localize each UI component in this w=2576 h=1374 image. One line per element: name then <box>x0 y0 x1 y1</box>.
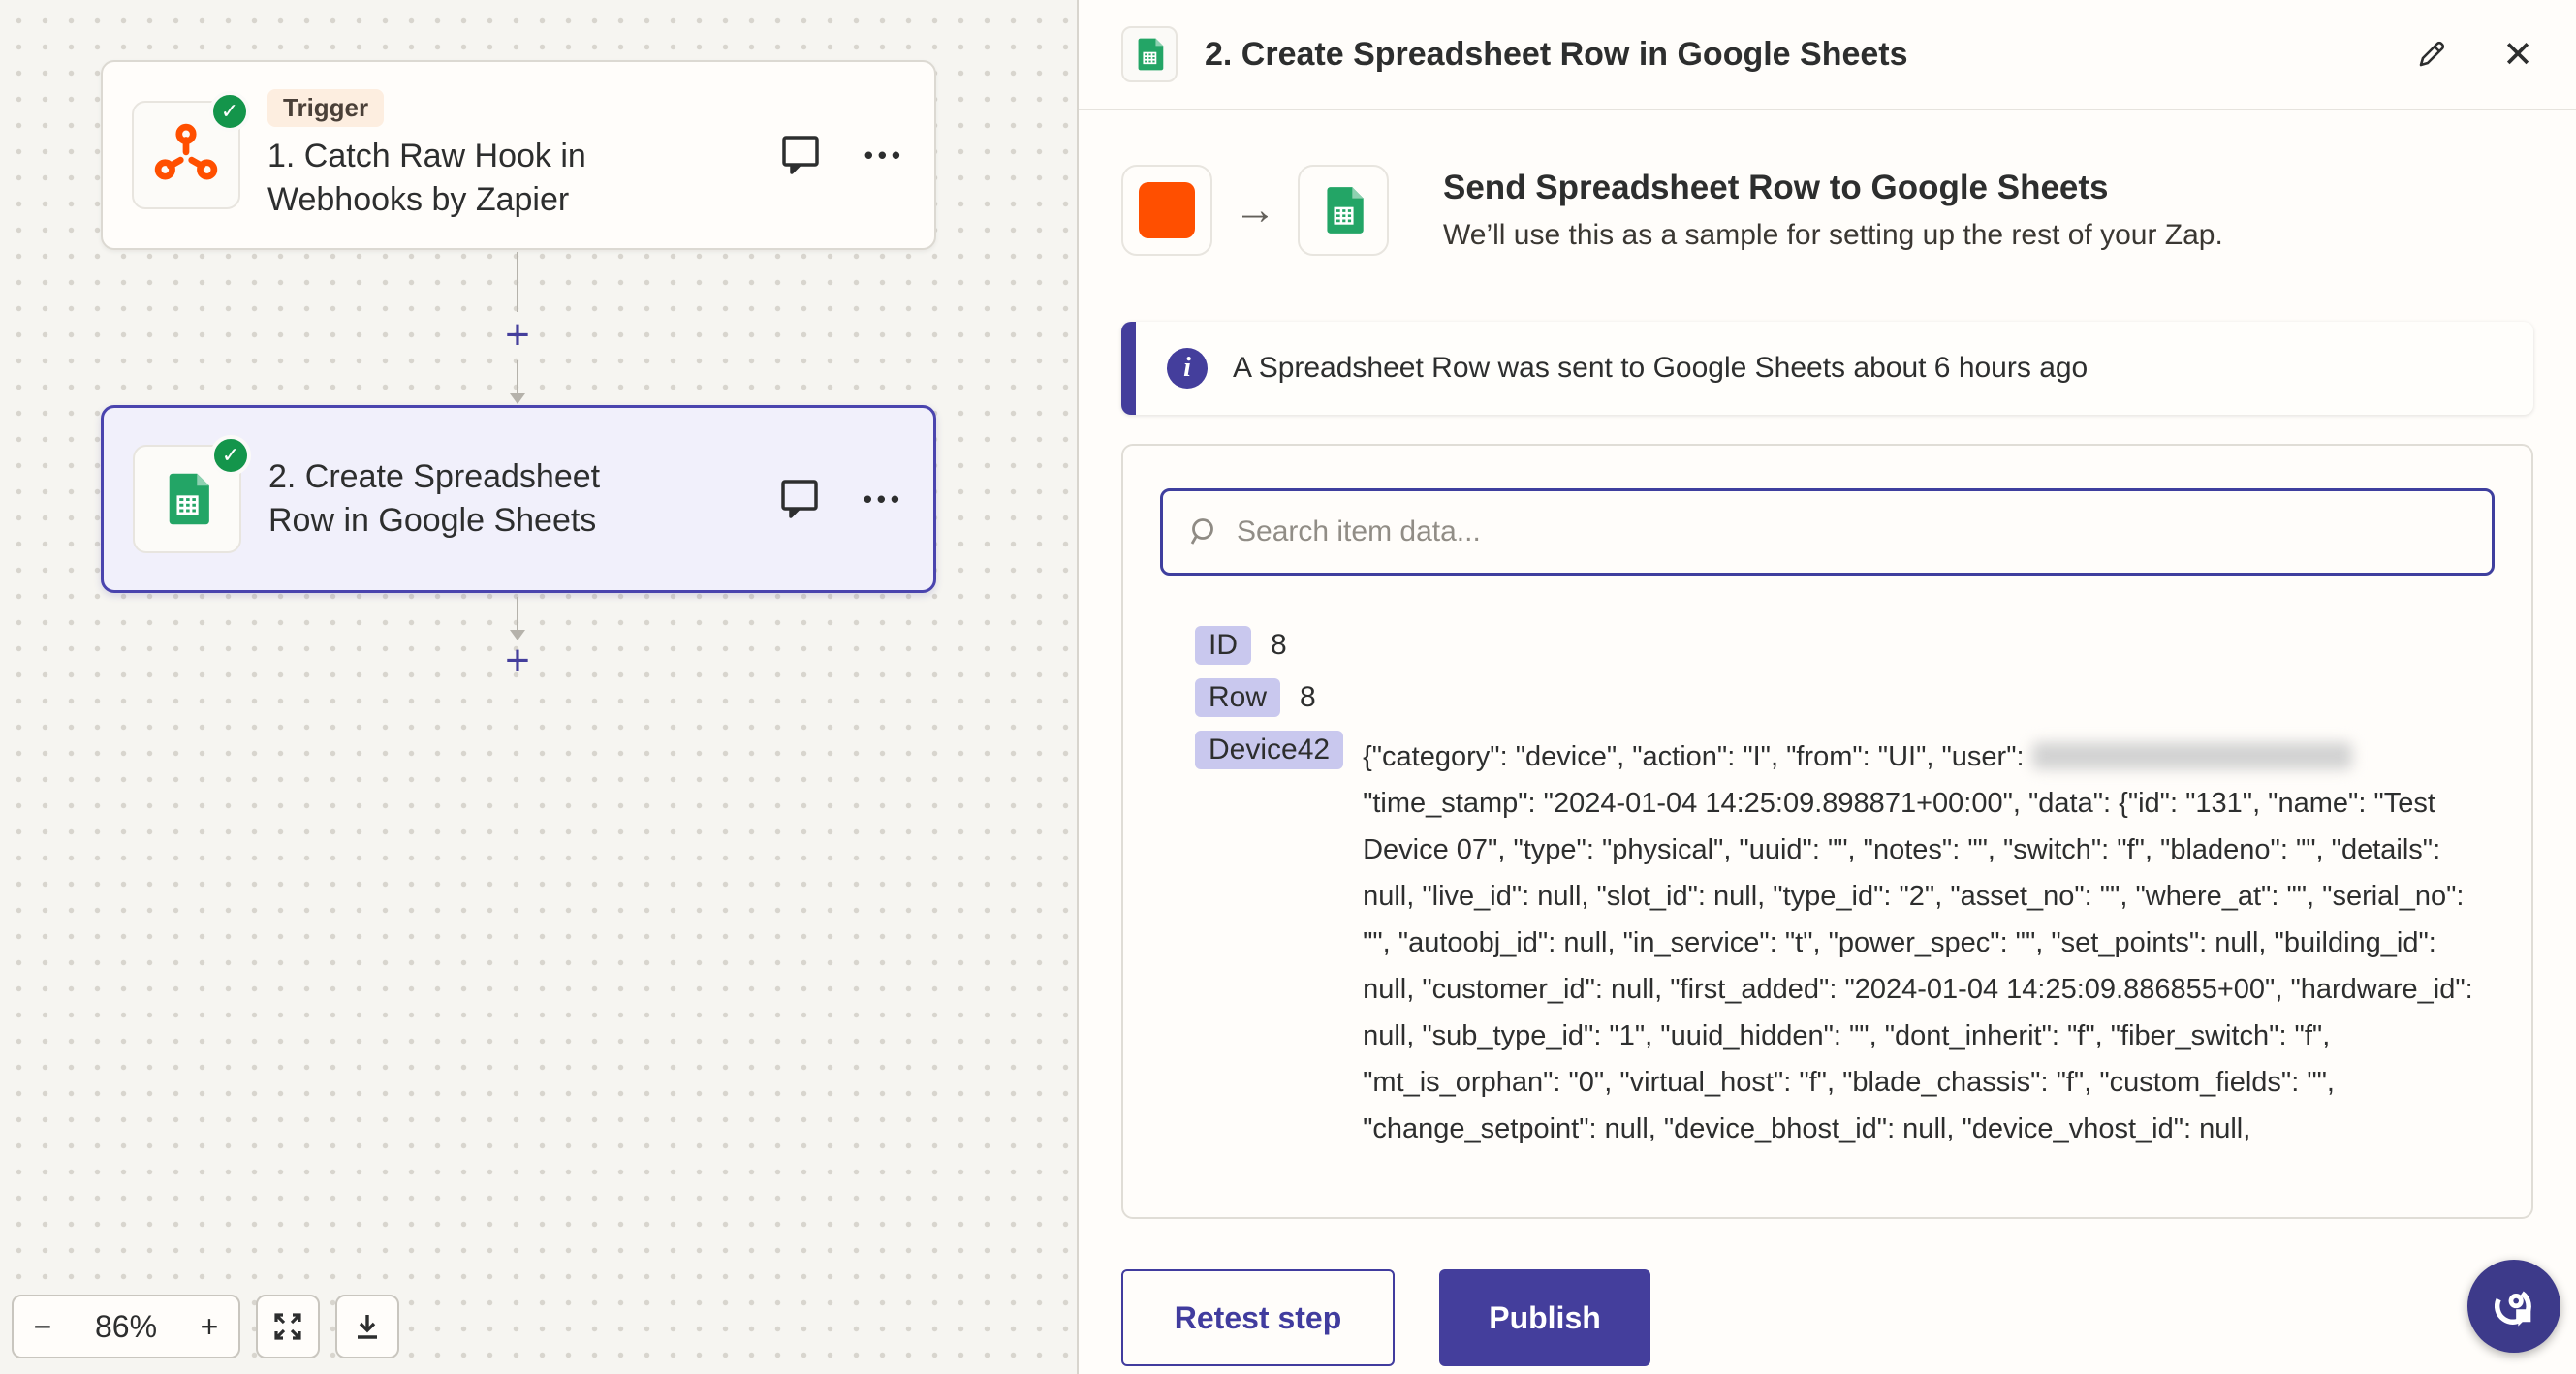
field-badge: ID <box>1195 626 1251 665</box>
more-options-button[interactable]: ••• <box>864 141 905 171</box>
card-actions: ••• <box>780 479 904 519</box>
field-value: 8 <box>1300 678 1316 714</box>
result-rows: ID 8 Row 8 Device42 {"category": "device… <box>1160 626 2495 1152</box>
field-value: 8 <box>1271 626 1287 662</box>
test-summary: → <box>1121 165 2533 256</box>
panel-title: 2. Create Spreadsheet Row in Google Shee… <box>1205 36 2388 74</box>
target-app-icon-box <box>1298 165 1389 256</box>
fullscreen-icon <box>271 1310 304 1343</box>
add-step-button[interactable]: + <box>498 641 537 680</box>
info-icon: i <box>1167 348 1208 389</box>
trigger-badge: Trigger <box>267 89 384 127</box>
field-badge: Row <box>1195 678 1280 717</box>
banner-text: A Spreadsheet Row was sent to Google She… <box>1233 352 2088 385</box>
search-input[interactable] <box>1237 515 2468 548</box>
comment-button[interactable] <box>780 479 819 519</box>
step-text: Trigger 1. Catch Raw Hook in Webhooks by… <box>267 89 660 222</box>
success-check-icon: ✓ <box>210 435 251 476</box>
field-badge: Device42 <box>1195 731 1343 769</box>
zoom-level: 86% <box>72 1296 180 1357</box>
step-title: 1. Catch Raw Hook in Webhooks by Zapier <box>267 135 660 222</box>
publish-button[interactable]: Publish <box>1439 1269 1650 1366</box>
step-card-action[interactable]: ✓ 2. Create Spreadsheet Row in Google Sh… <box>101 405 936 593</box>
google-sheets-icon <box>1121 26 1178 82</box>
download-button[interactable] <box>335 1295 399 1358</box>
webhooks-app-icon <box>1139 182 1195 238</box>
google-sheets-icon <box>156 468 218 530</box>
workflow-canvas[interactable]: ✓ Trigger 1. Catch Raw Hook in Webhooks … <box>0 0 1079 1374</box>
connector-line <box>517 597 518 630</box>
close-panel-button[interactable]: ✕ <box>2502 33 2533 77</box>
fit-to-view-button[interactable] <box>256 1295 320 1358</box>
connector-arrow <box>510 393 525 404</box>
step-text: 2. Create Spreadsheet Row in Google Shee… <box>268 455 661 543</box>
panel-footer: Retest step Publish <box>1121 1269 2533 1366</box>
zap-editor: ✓ Trigger 1. Catch Raw Hook in Webhooks … <box>0 0 2576 1374</box>
zoom-group: − 86% + <box>12 1295 240 1358</box>
step-title: 2. Create Spreadsheet Row in Google Shee… <box>268 455 661 543</box>
add-step-button[interactable]: + <box>498 316 537 355</box>
google-sheets-icon <box>1315 182 1371 238</box>
zoom-in-button[interactable]: + <box>180 1296 238 1357</box>
json-after: "time_stamp": "2024-01-04 14:25:09.89887… <box>1363 788 2473 1144</box>
connector-line <box>517 252 518 312</box>
canvas-zoom-controls: − 86% + <box>12 1295 399 1358</box>
header-actions: ✕ <box>2415 33 2533 77</box>
retest-step-button[interactable]: Retest step <box>1121 1269 1395 1366</box>
webhooks-app-icon-box: ✓ <box>132 101 240 209</box>
step-card-trigger[interactable]: ✓ Trigger 1. Catch Raw Hook in Webhooks … <box>101 60 936 250</box>
close-icon: ✕ <box>2502 33 2533 77</box>
edit-step-button[interactable] <box>2415 38 2448 71</box>
data-row-device42: Device42 {"category": "device", "action"… <box>1195 731 2495 1152</box>
banner-accent-bar <box>1121 322 1136 415</box>
download-icon <box>352 1311 383 1342</box>
step-detail-panel: 2. Create Spreadsheet Row in Google Shee… <box>1079 0 2576 1374</box>
arrow-right-icon: → <box>1234 186 1276 234</box>
headset-chat-icon <box>2489 1281 2539 1331</box>
card-actions: ••• <box>781 135 905 175</box>
json-before: {"category": "device", "action": "I", "f… <box>1363 741 2032 772</box>
search-field[interactable] <box>1160 488 2495 576</box>
data-row-row: Row 8 <box>1195 678 2495 717</box>
summary-text: Send Spreadsheet Row to Google Sheets We… <box>1443 169 2223 252</box>
zoom-out-button[interactable]: − <box>14 1296 72 1357</box>
connector-line <box>517 360 518 393</box>
sheets-app-icon-box: ✓ <box>133 445 241 553</box>
support-chat-button[interactable] <box>2467 1260 2560 1353</box>
test-result-banner: i A Spreadsheet Row was sent to Google S… <box>1121 322 2533 415</box>
summary-heading: Send Spreadsheet Row to Google Sheets <box>1443 169 2223 207</box>
search-icon <box>1186 515 1219 548</box>
field-value-json: {"category": "device", "action": "I", "f… <box>1363 731 2477 1152</box>
summary-subtext: We’ll use this as a sample for setting u… <box>1443 219 2223 252</box>
panel-header: 2. Create Spreadsheet Row in Google Shee… <box>1079 0 2576 110</box>
pencil-icon <box>2415 38 2448 71</box>
more-options-button[interactable]: ••• <box>864 484 904 515</box>
redacted-user-value <box>2032 742 2352 769</box>
panel-body: → <box>1079 110 2576 1374</box>
source-app-icon-box <box>1121 165 1212 256</box>
data-row-id: ID 8 <box>1195 626 2495 665</box>
item-data-box: ID 8 Row 8 Device42 {"category": "device… <box>1121 444 2533 1219</box>
webhooks-icon <box>154 123 218 187</box>
success-check-icon: ✓ <box>209 91 250 132</box>
comment-button[interactable] <box>781 135 820 175</box>
